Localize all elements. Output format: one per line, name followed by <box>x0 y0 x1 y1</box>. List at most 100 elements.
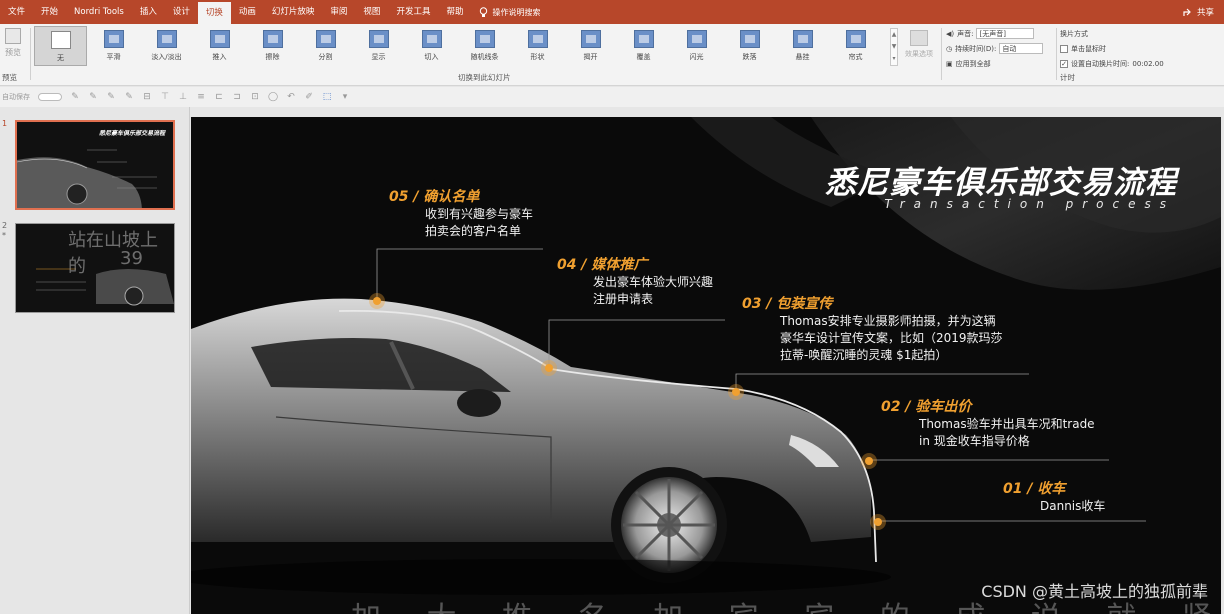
transition-cover-icon <box>633 30 654 48</box>
select-icon[interactable]: ⬚ <box>322 92 332 102</box>
transition-cut[interactable]: 切入 <box>405 26 458 66</box>
transition-curtains[interactable]: 帘式 <box>829 26 882 66</box>
on-click-checkbox[interactable] <box>1060 44 1068 53</box>
eyedropper-icon[interactable]: ✎ <box>124 92 134 102</box>
pen-icon[interactable]: ✐ <box>304 92 314 102</box>
tab-developer[interactable]: 开发工具 <box>388 0 438 24</box>
tab-view[interactable]: 视图 <box>355 0 388 24</box>
transition-reveal-icon <box>368 30 389 48</box>
share-button[interactable]: 共享 <box>1183 0 1214 24</box>
transition-fade[interactable]: 淡入/淡出 <box>140 26 193 66</box>
ribbon: 预览 预览 无 平滑 淡入/淡出 推入 擦除 分割 显示 切入 随机线条 形状 … <box>0 24 1224 86</box>
step-04-desc[interactable]: 发出豪车体验大师兴趣 注册申请表 <box>593 274 713 308</box>
transition-fade-icon <box>156 30 177 48</box>
slide-thumbnail-1[interactable]: 悉尼豪车俱乐部交易流程 <box>15 120 175 210</box>
tab-insert[interactable]: 插入 <box>132 0 165 24</box>
eyedropper-icon[interactable]: ✎ <box>70 92 80 102</box>
step-02-desc[interactable]: Thomas验车并出具车况和trade in 现金收车指导价格 <box>919 416 1095 450</box>
tab-file[interactable]: 文件 <box>0 0 33 24</box>
transition-morph-icon <box>103 30 124 48</box>
preview-group-label: 预览 <box>2 73 17 82</box>
apply-all-label: 应用到全部 <box>955 59 991 68</box>
tab-review[interactable]: 审阅 <box>322 0 355 24</box>
advance-title: 换片方式 <box>1060 29 1088 38</box>
align-icon[interactable]: ⊐ <box>232 92 242 102</box>
sound-dropdown[interactable]: [无声音] <box>976 28 1035 39</box>
transition-morph[interactable]: 平滑 <box>87 26 140 66</box>
transition-none[interactable]: 无 <box>34 26 87 66</box>
tab-animations[interactable]: 动画 <box>231 0 264 24</box>
share-icon <box>1183 8 1191 16</box>
step-05-desc[interactable]: 收到有兴趣参与豪车 拍卖会的客户名单 <box>425 206 533 240</box>
transition-drape[interactable]: 悬挂 <box>776 26 829 66</box>
sound-label: 声音: <box>957 29 974 38</box>
align-icon[interactable]: ⊤ <box>160 92 170 102</box>
slide-1-thumb-title: 悉尼豪车俱乐部交易流程 <box>98 130 165 137</box>
transition-cut-icon <box>421 30 442 48</box>
tab-help[interactable]: 帮助 <box>438 0 471 24</box>
slide-title[interactable]: 悉尼豪车俱乐部交易流程 <box>825 157 1177 202</box>
transition-cover[interactable]: 覆盖 <box>617 26 670 66</box>
transitions-group-label: 切换到此幻灯片 <box>458 73 511 82</box>
tab-slideshow[interactable]: 幻灯片放映 <box>264 0 323 24</box>
after-time-checkbox[interactable]: ✓ <box>1060 59 1068 68</box>
transition-wipe[interactable]: 擦除 <box>246 26 299 66</box>
timing-controls: ◀) 声音: [无声音] ◷ 持续时间(D): 自动 ▣ 应用到全部 <box>946 26 1056 71</box>
step-03-desc[interactable]: Thomas安排专业摄影师拍摄，并为这辆 豪华车设计宣传文案，比如（2019款玛… <box>780 313 1003 364</box>
slide-subtitle[interactable]: Transaction process <box>884 197 1175 211</box>
transition-push[interactable]: 推入 <box>193 26 246 66</box>
autosave-toggle[interactable] <box>38 93 62 101</box>
transition-split[interactable]: 分割 <box>299 26 352 66</box>
autosave-label: 自动保存 <box>2 93 30 101</box>
transition-push-icon <box>209 30 230 48</box>
csdn-watermark: CSDN @黄土高坡上的独孤前辈 <box>981 582 1208 601</box>
apply-to-all-button[interactable]: ▣ 应用到全部 <box>946 56 1056 71</box>
slide-editor: 悉尼豪车俱乐部交易流程 Transaction process 05 / 确认名… <box>191 107 1224 614</box>
tab-nordri-tools[interactable]: Nordri Tools <box>66 0 132 24</box>
transition-reveal[interactable]: 显示 <box>352 26 405 66</box>
transition-wipe-icon <box>262 30 283 48</box>
align-icon[interactable]: ⊏ <box>214 92 224 102</box>
preview-button[interactable]: 预览 <box>2 28 24 68</box>
eyedropper-icon[interactable]: ✎ <box>88 92 98 102</box>
after-time-input[interactable]: 00:02.00 <box>1132 60 1176 68</box>
quick-toolbar: 自动保存 ✎ ✎ ✎ ✎ ⊟ ⊤ ⊥ ≡ ⊏ ⊐ ⊡ ◯ ↶ ✐ ⬚ ▾ <box>0 87 1224 107</box>
duration-label: 持续时间(D): <box>955 44 997 53</box>
step-01-title[interactable]: 01 / 收车 <box>1003 478 1065 498</box>
transition-fall-over[interactable]: 跌落 <box>723 26 776 66</box>
effect-options-button[interactable]: 效果选项 <box>902 30 936 59</box>
gallery-scroll[interactable]: ▲ ▼ ▾ <box>890 28 898 66</box>
transition-random-bars[interactable]: 随机线条 <box>458 26 511 66</box>
step-02-title[interactable]: 02 / 验车出价 <box>881 396 971 416</box>
transition-shape-icon <box>527 30 548 48</box>
step-05-title[interactable]: 05 / 确认名单 <box>389 186 479 206</box>
shape-icon[interactable]: ◯ <box>268 92 278 102</box>
share-label: 共享 <box>1196 8 1214 18</box>
step-03-title[interactable]: 03 / 包装宣传 <box>742 293 832 313</box>
transition-curtains-icon <box>845 30 866 48</box>
tell-me-search[interactable]: 操作说明搜索 <box>471 6 541 18</box>
transition-flash[interactable]: 闪光 <box>670 26 723 66</box>
undo-icon[interactable]: ↶ <box>286 92 296 102</box>
tell-me-label: 操作说明搜索 <box>492 7 541 17</box>
step-04-title[interactable]: 04 / 媒体推广 <box>557 254 647 274</box>
transition-flash-icon <box>686 30 707 48</box>
transition-shape[interactable]: 形状 <box>511 26 564 66</box>
align-icon[interactable]: ⊥ <box>178 92 188 102</box>
transition-drape-icon <box>792 30 813 48</box>
transition-uncover[interactable]: 揭开 <box>564 26 617 66</box>
tab-design[interactable]: 设计 <box>165 0 198 24</box>
eyedropper-icon[interactable]: ✎ <box>106 92 116 102</box>
group-icon[interactable]: ⊡ <box>250 92 260 102</box>
slide-canvas[interactable]: 悉尼豪车俱乐部交易流程 Transaction process 05 / 确认名… <box>191 117 1221 614</box>
slide-thumbnail-2[interactable]: 站在山坡上的 39 <box>15 223 175 313</box>
dropdown-icon[interactable]: ▾ <box>340 92 350 102</box>
duration-input[interactable]: 自动 <box>999 43 1044 54</box>
step-01-desc[interactable]: Dannis收车 <box>1040 498 1105 515</box>
tab-transitions[interactable]: 切换 <box>197 2 231 24</box>
ribbon-divider <box>1056 28 1057 80</box>
align-icon[interactable]: ⊟ <box>142 92 152 102</box>
slide-number: 1 <box>2 119 8 128</box>
tab-home[interactable]: 开始 <box>33 0 66 24</box>
distribute-icon[interactable]: ≡ <box>196 92 206 102</box>
